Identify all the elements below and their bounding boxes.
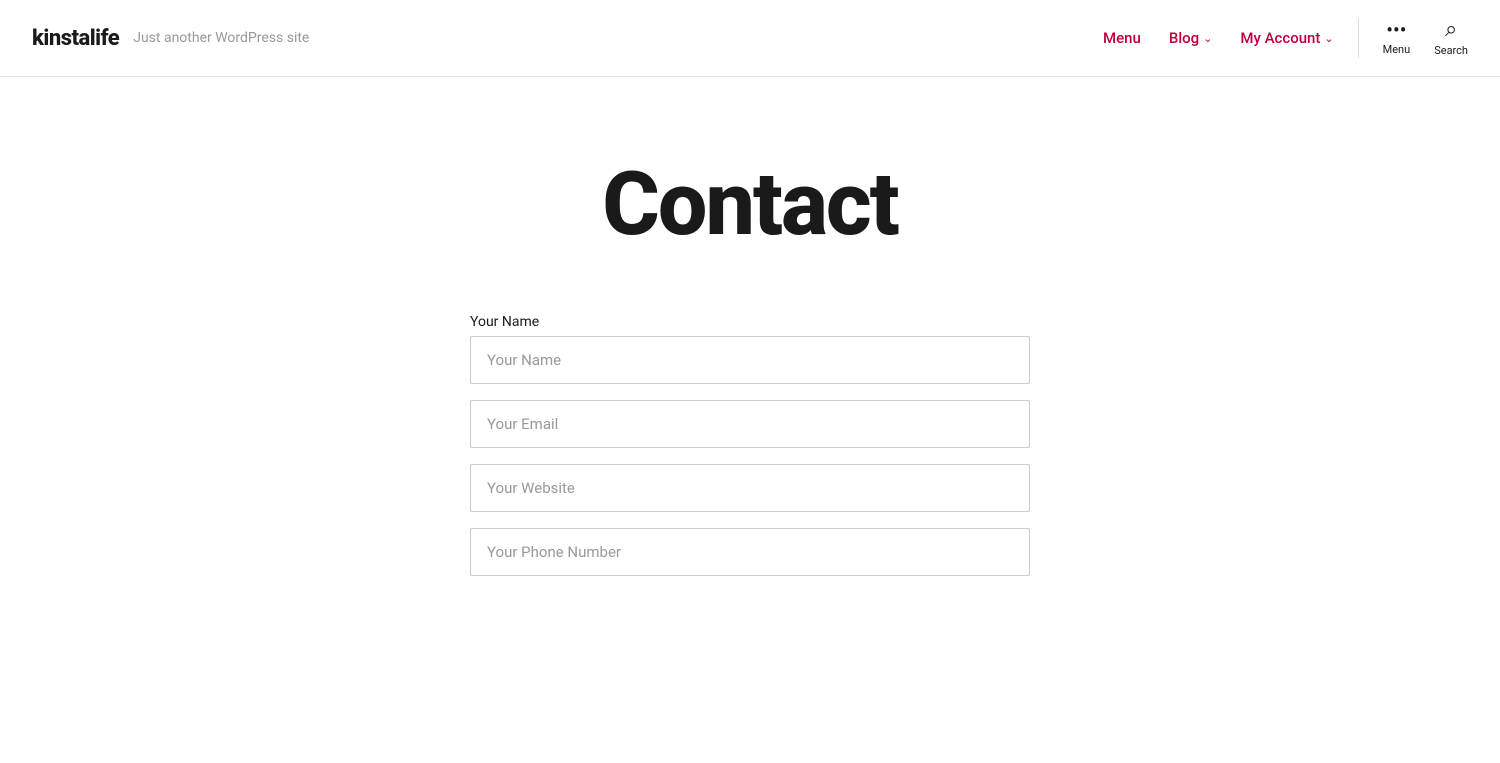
- site-tagline: Just another WordPress site: [133, 30, 309, 46]
- header-right: Menu Blog ⌄ My Account ⌄ ••• Menu ⌕ Sear…: [1103, 18, 1468, 58]
- dots-menu-icon: •••: [1386, 20, 1406, 40]
- nav-blog[interactable]: Blog ⌄: [1169, 29, 1213, 47]
- blog-chevron-icon: ⌄: [1203, 32, 1212, 45]
- menu-icon-button[interactable]: ••• Menu: [1383, 20, 1411, 56]
- my-account-chevron-icon: ⌄: [1324, 32, 1333, 45]
- header-divider: [1358, 18, 1359, 58]
- email-input[interactable]: [470, 400, 1030, 448]
- name-field-group: Your Name: [470, 314, 1030, 384]
- name-field-label: Your Name: [470, 314, 1030, 330]
- phone-input[interactable]: [470, 528, 1030, 576]
- nav-my-account[interactable]: My Account ⌄: [1240, 29, 1333, 47]
- search-icon: ⌕: [1445, 19, 1457, 41]
- header-left: kinstalife Just another WordPress site: [32, 26, 309, 51]
- website-field-group: [470, 464, 1030, 512]
- email-field-group: [470, 400, 1030, 448]
- menu-icon-label: Menu: [1383, 43, 1411, 56]
- contact-form-section: Your Name: [450, 314, 1050, 652]
- search-icon-button[interactable]: ⌕ Search: [1434, 19, 1468, 57]
- nav-menu[interactable]: Menu: [1103, 29, 1141, 47]
- header-icon-group: ••• Menu ⌕ Search: [1383, 19, 1468, 57]
- name-input[interactable]: [470, 336, 1030, 384]
- main-content: Contact Your Name: [0, 77, 1500, 652]
- site-logo[interactable]: kinstalife: [32, 26, 119, 51]
- search-icon-label: Search: [1434, 44, 1468, 57]
- page-hero: Contact: [0, 77, 1500, 314]
- main-nav: Menu Blog ⌄ My Account ⌄: [1103, 29, 1334, 47]
- page-title: Contact: [20, 157, 1480, 254]
- site-header: kinstalife Just another WordPress site M…: [0, 0, 1500, 77]
- website-input[interactable]: [470, 464, 1030, 512]
- phone-field-group: [470, 528, 1030, 576]
